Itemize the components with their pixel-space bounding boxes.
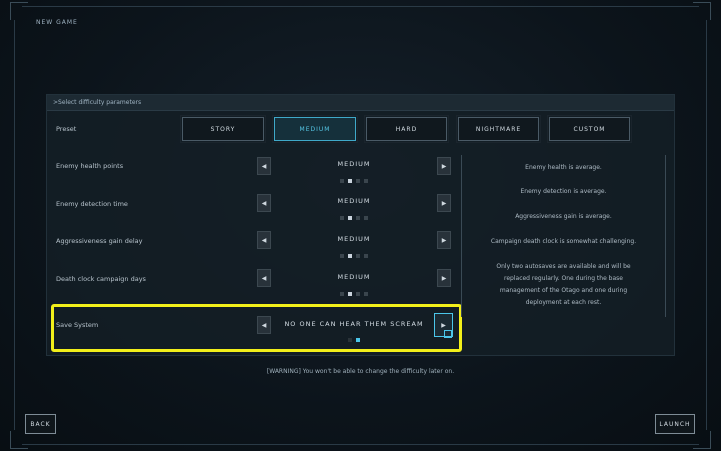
enemy-detection-left-button[interactable]: ◀ (257, 194, 271, 212)
description-line: Campaign death clock is somewhat challen… (490, 238, 637, 245)
dot (356, 179, 360, 183)
enemy-detection-right-button[interactable]: ▶ (437, 194, 451, 212)
death-clock-left-button[interactable]: ◀ (257, 269, 271, 287)
left-arrow-icon: ◀ (261, 199, 267, 207)
description-line: Enemy detection is average. (520, 188, 607, 195)
dot (340, 179, 344, 183)
dot (356, 254, 360, 258)
death-clock-right-button[interactable]: ▶ (437, 269, 451, 287)
right-arrow-icon: ▶ (441, 236, 447, 244)
enemy-detection-value: MEDIUM (337, 197, 371, 205)
description-line: deployment at each rest. (525, 299, 602, 306)
enemy-health-right-button[interactable]: ▶ (437, 157, 451, 175)
frame-corner-tr (693, 2, 711, 20)
dot (348, 292, 352, 296)
right-arrow-icon: ▶ (441, 321, 446, 329)
preset-label: Preset (56, 125, 77, 133)
aggressiveness-left-button[interactable]: ◀ (257, 231, 271, 249)
aggressiveness-dots (340, 254, 368, 258)
description-line: management of the Otago and one during (499, 287, 628, 294)
frame-top-line (22, 6, 699, 7)
preset-story-button[interactable]: STORY (180, 115, 266, 143)
left-arrow-icon: ◀ (261, 274, 267, 282)
frame-bottom-line (22, 444, 699, 445)
dot (340, 216, 344, 220)
difficulty-warning: [WARNING] You won't be able to change th… (266, 368, 455, 375)
right-arrow-icon: ▶ (441, 162, 447, 170)
cursor-icon (444, 330, 452, 338)
back-button[interactable]: BACK (25, 414, 56, 434)
save-system-dots (348, 338, 360, 342)
preset-nightmare-button[interactable]: NIGHTMARE (456, 115, 541, 143)
preset-custom-button[interactable]: CUSTOM (547, 115, 632, 143)
left-arrow-icon: ◀ (261, 162, 267, 170)
preset-hard-button[interactable]: HARD (364, 115, 449, 143)
save-system-value: NO ONE CAN HEAR THEM SCREAM (284, 320, 424, 328)
page-title: NEW GAME (36, 19, 78, 26)
enemy-detection-dots (340, 216, 368, 220)
aggressiveness-label: Aggressiveness gain delay (56, 237, 143, 245)
description-line: replaced regularly. One during the base (504, 275, 623, 282)
dot (356, 292, 360, 296)
frame-corner-br (693, 431, 711, 449)
description-line: Only two autosaves are available and wil… (496, 263, 631, 270)
launch-button[interactable]: LAUNCH (655, 414, 695, 434)
aggressiveness-value: MEDIUM (337, 235, 371, 243)
dot (340, 254, 344, 258)
death-clock-label: Death clock campaign days (56, 275, 146, 283)
dot (356, 338, 360, 342)
description-line: Enemy health is average. (525, 164, 602, 171)
right-arrow-icon: ▶ (441, 274, 447, 282)
left-arrow-icon: ◀ (261, 236, 267, 244)
dot (348, 254, 352, 258)
dot (364, 254, 368, 258)
description-line: Aggressiveness gain is average. (515, 213, 612, 220)
frame-corner-tl (10, 2, 28, 20)
left-arrow-icon: ◀ (261, 321, 267, 329)
enemy-health-dots (340, 179, 368, 183)
dot (348, 179, 352, 183)
enemy-health-left-button[interactable]: ◀ (257, 157, 271, 175)
save-system-label: Save System (56, 321, 99, 329)
death-clock-dots (340, 292, 368, 296)
enemy-health-value: MEDIUM (337, 160, 371, 168)
description-box: Enemy health is average. Enemy detection… (461, 155, 666, 317)
dot (356, 216, 360, 220)
right-arrow-icon: ▶ (441, 199, 447, 207)
death-clock-value: MEDIUM (337, 273, 371, 281)
dot (364, 179, 368, 183)
dot (348, 216, 352, 220)
dot (348, 338, 352, 342)
panel-header: >Select difficulty parameters (47, 95, 674, 111)
dot (364, 292, 368, 296)
preset-medium-button[interactable]: MEDIUM (272, 115, 358, 143)
enemy-health-label: Enemy health points (56, 162, 124, 170)
aggressiveness-right-button[interactable]: ▶ (437, 231, 451, 249)
dot (340, 292, 344, 296)
dot (364, 216, 368, 220)
save-system-left-button[interactable]: ◀ (257, 316, 271, 334)
enemy-detection-label: Enemy detection time (56, 200, 128, 208)
